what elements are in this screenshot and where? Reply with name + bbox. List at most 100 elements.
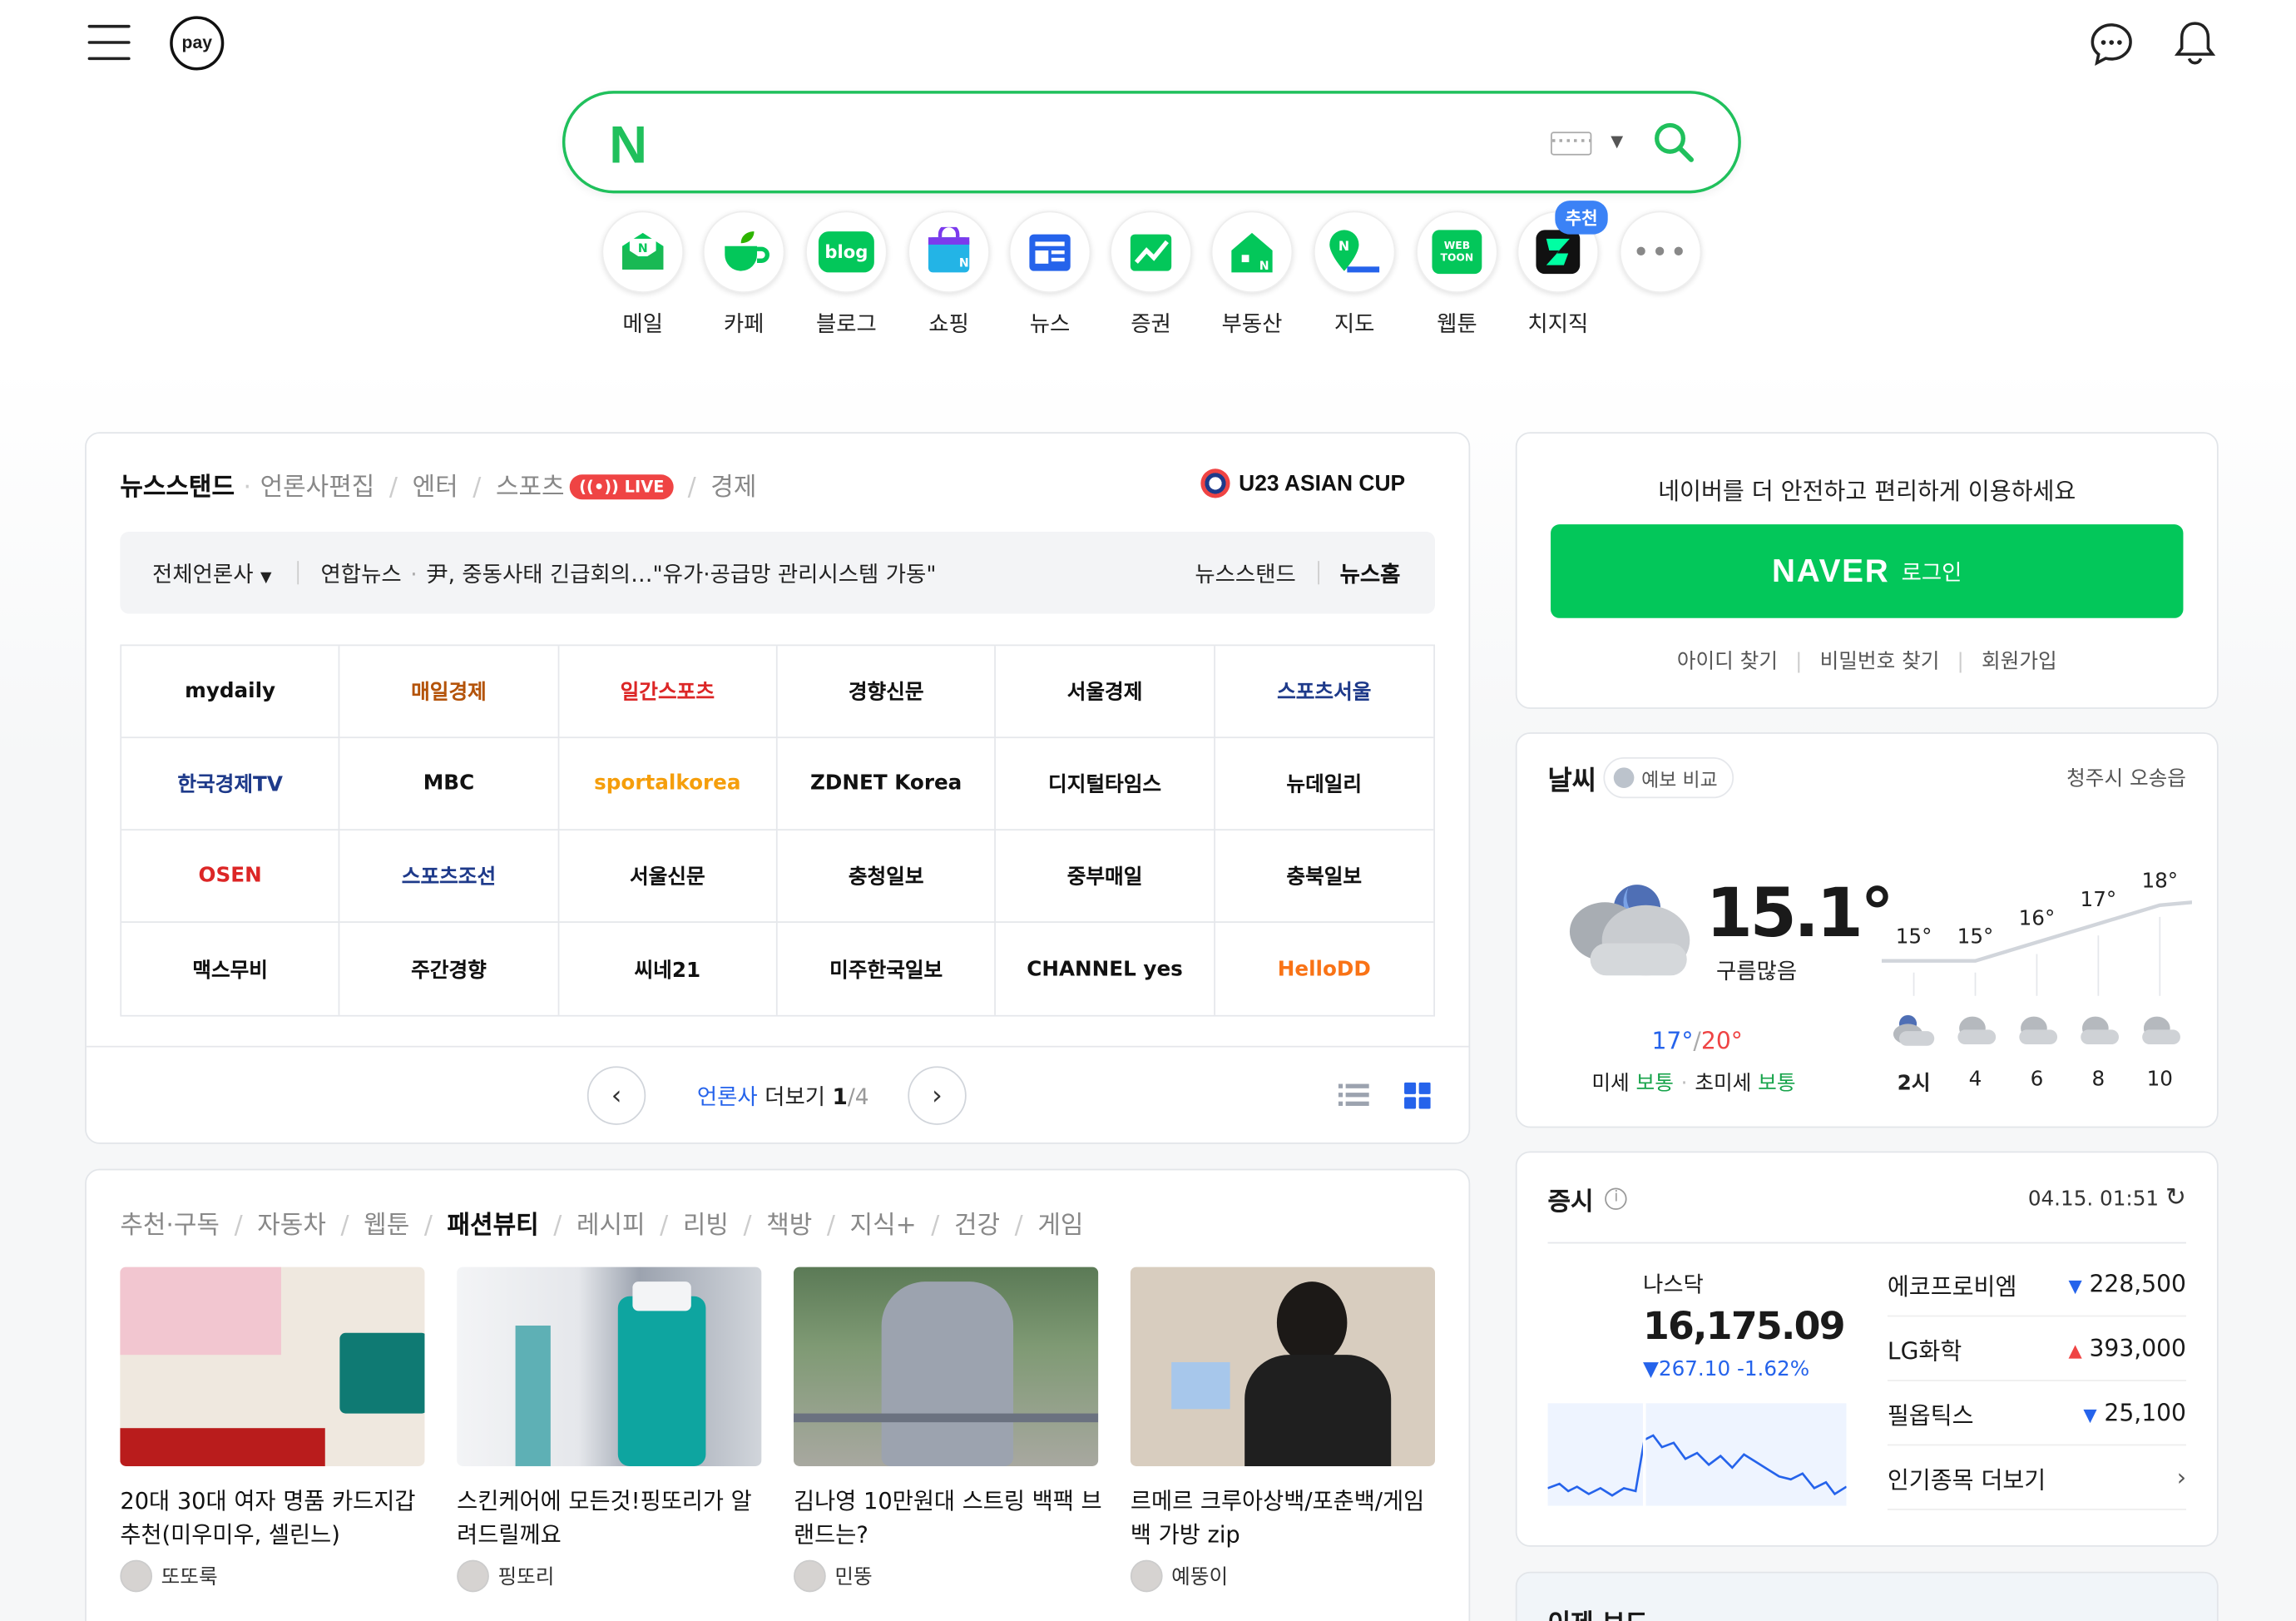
bell-icon[interactable] xyxy=(2173,19,2217,66)
weather-condition: 구름많음 xyxy=(1715,958,1798,984)
card-author[interactable]: 예뚱이 xyxy=(1130,1559,1441,1593)
press-logo[interactable]: 씨네21 xyxy=(559,922,778,1015)
find-password-link[interactable]: 비밀번호 찾기 xyxy=(1820,651,1940,674)
hour-label: 2시 xyxy=(1897,1072,1931,1096)
press-logo[interactable]: sportalkorea xyxy=(558,738,778,831)
content-tab[interactable]: 추천·구독 xyxy=(120,1212,220,1241)
index-value: 16,175.09 xyxy=(1642,1305,1846,1350)
shortcut-map[interactable]: N 지도 xyxy=(1313,211,1396,338)
keyboard-icon[interactable] xyxy=(1551,131,1592,156)
prev-page-button[interactable]: ‹ xyxy=(586,1066,646,1125)
press-logo[interactable]: ZDNET Korea xyxy=(777,738,997,831)
shortcut-blog[interactable]: blog 블로그 xyxy=(805,211,888,338)
find-id-link[interactable]: 아이디 찾기 xyxy=(1677,651,1778,674)
info-icon[interactable]: i xyxy=(1605,1187,1628,1210)
shortcut-news[interactable]: 뉴스 xyxy=(1008,211,1091,338)
press-logo[interactable]: 뉴데일리 xyxy=(1215,738,1434,831)
login-button[interactable]: NAVER 로그인 xyxy=(1551,524,2184,618)
all-press-dropdown[interactable]: 전체언론사 ▼ xyxy=(152,558,271,589)
popular-stocks-more[interactable]: 인기종목 더보기 › xyxy=(1887,1445,2186,1510)
content-card[interactable]: 20대 30대 여자 명품 카드지갑 추천(미우미우, 셀린느) 또또룩 xyxy=(120,1267,430,1593)
list-view-icon[interactable] xyxy=(1338,1083,1369,1108)
tab-enter[interactable]: 엔터 xyxy=(413,473,458,503)
weather-location[interactable]: 청주시 오송읍 xyxy=(1903,763,2186,792)
content-tab[interactable]: 패션뷰티 xyxy=(448,1212,539,1241)
card-author[interactable]: 민뚱 xyxy=(794,1559,1104,1593)
issue-title[interactable]: 이제 보드 xyxy=(1548,1603,1649,1621)
tab-economy[interactable]: 경제 xyxy=(710,473,756,503)
shortcut-stock[interactable]: 증권 xyxy=(1110,211,1192,338)
search-icon[interactable] xyxy=(1652,120,1696,164)
shortcut-realestate[interactable]: N 부동산 xyxy=(1210,211,1294,338)
press-logo[interactable]: HelloDD xyxy=(1215,923,1433,1015)
menu-icon[interactable] xyxy=(87,24,131,61)
content-tab[interactable]: 지식+ xyxy=(850,1212,917,1241)
content-tab[interactable]: 책방 xyxy=(766,1212,812,1241)
content-tab[interactable]: 리빙 xyxy=(683,1212,729,1241)
press-more-link[interactable]: 언론사 더보기 1/4 xyxy=(697,1081,869,1112)
link-newsstand[interactable]: 뉴스스탠드 xyxy=(1195,558,1295,589)
press-logo[interactable]: 디지털타임스 xyxy=(996,738,1215,831)
link-newshome[interactable]: 뉴스홈 xyxy=(1340,558,1401,589)
stock-title[interactable]: 증시 i xyxy=(1548,1181,1628,1217)
tab-newsstand[interactable]: 뉴스스탠드 xyxy=(120,473,235,503)
press-logo[interactable]: 일간스포츠 xyxy=(558,646,778,739)
stock-row[interactable]: 필옵틱스 ▼ 25,100 xyxy=(1887,1381,2186,1446)
content-tab[interactable]: 자동차 xyxy=(257,1212,326,1241)
search-input[interactable] xyxy=(682,120,1532,165)
tab-sports[interactable]: 스포츠 xyxy=(496,473,565,503)
content-card[interactable]: 르메르 크루아상백/포춘백/게임백 가방 zip 예뚱이 xyxy=(1130,1267,1441,1593)
tab-press-edit[interactable]: 언론사편집 xyxy=(260,473,375,503)
content-tab[interactable]: 게임 xyxy=(1037,1212,1083,1241)
press-logo[interactable]: OSEN xyxy=(121,830,340,923)
trophy-icon xyxy=(1200,468,1230,498)
content-tab[interactable]: 레시피 xyxy=(576,1212,646,1241)
press-logo[interactable]: 서울신문 xyxy=(558,830,778,923)
shortcut-webtoon[interactable]: WEB TOON 웹툰 xyxy=(1416,211,1498,338)
content-tab[interactable]: 건강 xyxy=(954,1212,1000,1241)
press-logo[interactable]: 미주한국일보 xyxy=(778,922,997,1015)
stock-row[interactable]: 에코프로비엠 ▼ 228,500 xyxy=(1887,1252,2186,1317)
press-logo[interactable]: 충북일보 xyxy=(1215,830,1434,923)
press-logo[interactable]: 중부매일 xyxy=(996,830,1215,923)
forecast-compare-button[interactable]: 예보 비교 xyxy=(1603,757,1734,799)
card-title: 르메르 크루아상백/포춘백/게임백 가방 zip xyxy=(1130,1488,1425,1549)
press-logo[interactable]: 주간경향 xyxy=(340,922,559,1015)
refresh-icon[interactable]: ↻ xyxy=(2165,1183,2186,1212)
grid-view-icon[interactable] xyxy=(1404,1082,1431,1109)
naver-logo[interactable]: N xyxy=(609,114,647,176)
press-logo[interactable]: 스포츠서울 xyxy=(1215,646,1434,739)
weather-title[interactable]: 날씨 xyxy=(1548,761,1596,799)
content-tab[interactable]: 웹툰 xyxy=(364,1212,409,1241)
ticker-headline[interactable]: 연합뉴스 · 尹, 중동사태 긴급회의…"유가·공급망 관리시스템 가동" xyxy=(320,558,936,589)
card-author[interactable]: 또또룩 xyxy=(120,1559,430,1593)
shortcut-cafe[interactable]: 카페 xyxy=(702,211,785,338)
press-logo[interactable]: 서울경제 xyxy=(996,646,1215,739)
press-logo[interactable]: mydaily xyxy=(121,646,340,739)
press-logo[interactable]: CHANNEL yes xyxy=(997,922,1215,1015)
shortcut-shopping[interactable]: N 쇼핑 xyxy=(908,211,990,338)
stock-price: ▼ 25,100 xyxy=(2083,1398,2186,1427)
press-logo[interactable]: 충청일보 xyxy=(777,830,997,923)
shortcut-mail[interactable]: N 메일 xyxy=(601,211,685,338)
next-page-button[interactable]: › xyxy=(908,1066,967,1125)
press-logo[interactable]: 한국경제TV xyxy=(121,738,340,831)
signup-link[interactable]: 회원가입 xyxy=(1982,651,2057,674)
stock-row[interactable]: LG화학 ▲ 393,000 xyxy=(1887,1316,2186,1381)
caret-down-icon[interactable]: ▼ xyxy=(1611,131,1623,151)
press-logo[interactable]: MBC xyxy=(339,738,559,831)
pay-button[interactable]: pay xyxy=(170,16,225,71)
content-card[interactable]: 스킨케어에 모든것!핑또리가 알려드릴께요 핑또리 xyxy=(457,1267,767,1593)
press-logo[interactable]: 경향신문 xyxy=(777,646,997,739)
index-name[interactable]: 나스닥 xyxy=(1643,1268,1704,1299)
content-card[interactable]: 김나영 10만원대 스트링 백팩 브랜드는? 민뚱 xyxy=(794,1267,1104,1593)
more-shortcuts-button[interactable]: ••• xyxy=(1619,211,1702,294)
card-author[interactable]: 핑또리 xyxy=(457,1559,767,1593)
press-logo[interactable]: 맥스무비 xyxy=(121,922,340,1015)
talk-icon[interactable] xyxy=(2088,21,2135,67)
press-logo[interactable]: 스포츠조선 xyxy=(339,830,559,923)
press-logo[interactable]: 매일경제 xyxy=(339,646,559,739)
u23-asian-cup-banner[interactable]: U23 ASIAN CUP xyxy=(1200,468,1405,498)
caret-down-icon: ▼ xyxy=(260,569,272,587)
hour-label: 6 xyxy=(2030,1068,2044,1092)
